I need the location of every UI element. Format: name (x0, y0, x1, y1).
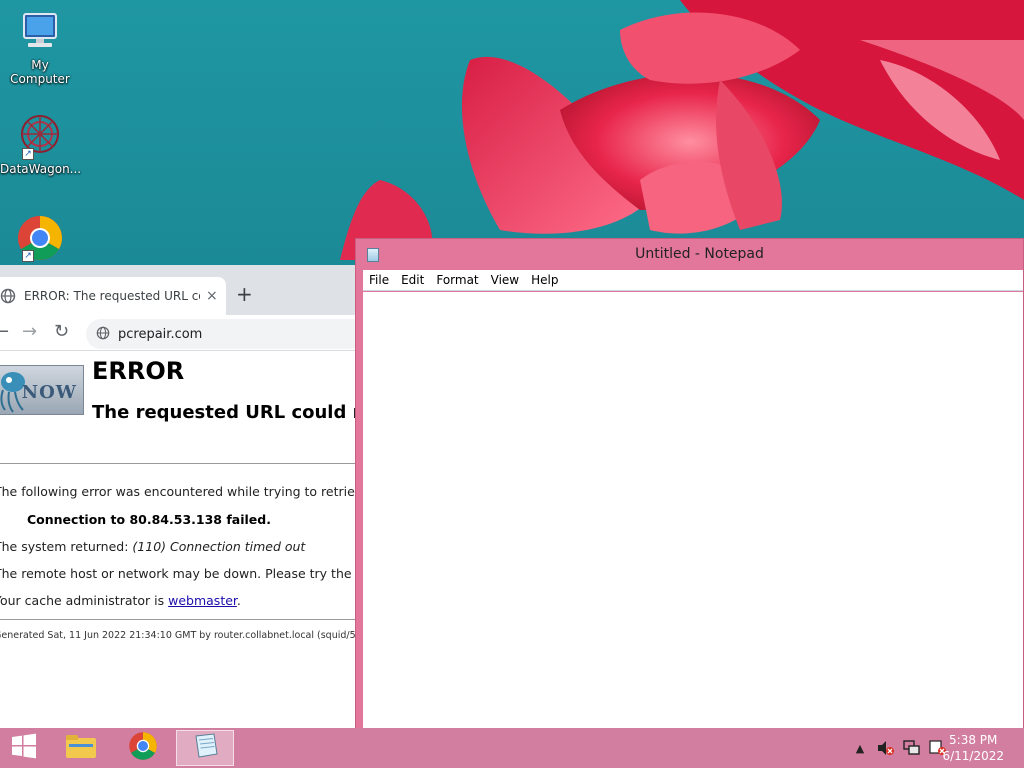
notepad-title: Untitled - Notepad (635, 246, 764, 262)
browser-toolbar: ← → ↻ pcrepair.com (0, 315, 356, 351)
error-admin-line: Your cache administrator is webmaster. (0, 593, 241, 608)
taskbar-chrome[interactable] (114, 730, 172, 766)
squid-logo: NOW (0, 365, 84, 415)
browser-tab-title: ERROR: The requested URL could not be re… (24, 289, 200, 303)
desktop-icon-label: My Computer (10, 58, 70, 86)
windows-logo-icon (11, 733, 37, 763)
error-page: NOW ERROR The requested URL could not be… (0, 351, 356, 728)
shortcut-arrow-icon: ↗ (22, 250, 34, 262)
taskbar-file-explorer[interactable] (52, 730, 110, 766)
volume-muted-icon[interactable] (876, 738, 896, 758)
taskbar: ▲ 5:38 PM 6/11/2022 (0, 728, 1024, 768)
menu-view[interactable]: View (485, 273, 525, 287)
show-hidden-icons-icon[interactable]: ▲ (850, 738, 870, 758)
notepad-text-area[interactable] (363, 292, 1023, 755)
address-bar[interactable]: pcrepair.com (86, 319, 356, 349)
error-subheading: The requested URL could not be retrieved (92, 402, 356, 423)
computer-icon (16, 8, 64, 56)
desktop-icon-chrome[interactable]: ↗ (0, 214, 80, 264)
menu-help[interactable]: Help (525, 273, 564, 287)
site-info-icon[interactable] (96, 325, 110, 344)
error-header: NOW ERROR The requested URL could not be… (0, 351, 356, 464)
notepad-menubar: File Edit Format View Help (363, 270, 1023, 291)
tab-close-icon[interactable]: × (206, 288, 218, 304)
desktop-icon-my-computer[interactable]: My Computer (0, 8, 80, 86)
forward-arrow-icon[interactable]: → (22, 321, 37, 342)
start-button[interactable] (0, 728, 48, 768)
chrome-icon (128, 731, 158, 765)
system-tray: ▲ (850, 728, 954, 768)
menu-format[interactable]: Format (430, 273, 484, 287)
datawagon-icon: ↗ (16, 112, 64, 160)
back-arrow-icon[interactable]: ← (0, 321, 9, 342)
folder-icon (65, 732, 97, 764)
desktop-icon-datawagon[interactable]: ↗ DataWagon... (0, 112, 82, 176)
menu-edit[interactable]: Edit (395, 273, 430, 287)
error-connection-failed: Connection to 80.84.53.138 failed. (27, 512, 271, 527)
new-tab-button[interactable]: + (236, 282, 253, 306)
error-heading: ERROR (92, 357, 185, 385)
browser-tabstrip: ERROR: The requested URL could not be re… (0, 265, 356, 315)
globe-icon (0, 288, 16, 304)
address-url: pcrepair.com (118, 326, 203, 342)
notepad-window: Untitled - Notepad File Edit Format View… (355, 238, 1024, 764)
webmaster-link[interactable]: webmaster (168, 593, 237, 608)
notepad-titlebar[interactable]: Untitled - Notepad (356, 239, 1023, 270)
shortcut-arrow-icon: ↗ (22, 148, 34, 160)
browser-window: ERROR: The requested URL could not be re… (0, 265, 356, 728)
menu-file[interactable]: File (363, 273, 395, 287)
clock-time: 5:38 PM (949, 733, 998, 747)
chrome-icon: ↗ (16, 214, 64, 262)
taskbar-clock[interactable]: 5:38 PM 6/11/2022 (942, 732, 1004, 764)
taskbar-notepad[interactable] (176, 730, 234, 766)
footer-divider (0, 619, 356, 620)
clock-date: 6/11/2022 (942, 749, 1004, 763)
error-system-returned: The system returned: (110) Connection ti… (0, 539, 306, 554)
notepad-icon (190, 732, 220, 764)
error-line: The remote host or network may be down. … (0, 566, 356, 581)
browser-tab[interactable]: ERROR: The requested URL could not be re… (0, 277, 226, 315)
error-footer: Generated Sat, 11 Jun 2022 21:34:10 GMT … (0, 630, 356, 641)
desktop-icon-label: DataWagon... (0, 162, 82, 176)
error-line: The following error was encountered whil… (0, 484, 356, 499)
network-icon[interactable] (902, 738, 922, 758)
reload-icon[interactable]: ↻ (54, 321, 69, 342)
